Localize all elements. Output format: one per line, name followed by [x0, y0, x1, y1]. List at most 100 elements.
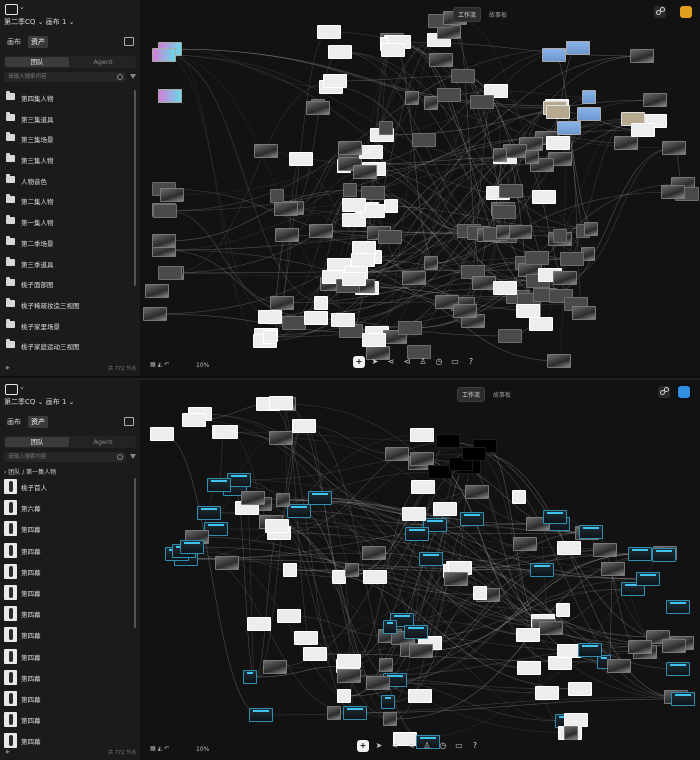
canvas-node[interactable] [287, 504, 311, 518]
asset-item[interactable]: 第四幕 [0, 540, 134, 561]
folder-item[interactable]: 第一集人物 [0, 212, 134, 233]
canvas-node[interactable] [630, 49, 654, 63]
canvas-node[interactable] [274, 202, 298, 216]
folder-item[interactable]: 第三集人物 [0, 150, 134, 171]
canvas-node[interactable] [568, 682, 592, 696]
asset-item[interactable]: 第四幕 [0, 688, 134, 709]
sidebar-scrollbar[interactable] [134, 478, 136, 628]
canvas-node[interactable] [539, 621, 563, 635]
storyboard-button[interactable]: 故事板 [489, 388, 515, 401]
plus-icon[interactable]: + [357, 740, 369, 752]
canvas-node[interactable] [323, 74, 347, 88]
tab-assets[interactable]: 资产 [28, 36, 48, 48]
canvas-node[interactable] [529, 317, 553, 331]
segment-team[interactable]: 团队 [5, 57, 69, 67]
canvas-node[interactable] [182, 413, 206, 427]
canvas-node[interactable] [254, 144, 278, 158]
storyboard-button[interactable]: 故事板 [485, 8, 511, 21]
folder-item[interactable]: 桃子稀疏妆造三视图 [0, 295, 134, 316]
canvas-node[interactable] [429, 53, 453, 67]
canvas-node[interactable] [383, 620, 397, 634]
canvas-node[interactable] [308, 491, 332, 505]
canvas-node[interactable] [405, 527, 429, 541]
account-avatar[interactable] [678, 386, 690, 398]
canvas-node[interactable] [543, 510, 567, 524]
canvas-node[interactable] [433, 502, 457, 516]
canvas-node[interactable] [197, 506, 221, 520]
folder-item[interactable]: 第二集人物 [0, 191, 134, 212]
zoom-level[interactable]: 10% [196, 746, 209, 753]
canvas-node[interactable] [553, 229, 567, 243]
pointer-icon[interactable]: ➤ [369, 356, 381, 368]
canvas-node[interactable] [270, 189, 284, 203]
canvas-node[interactable] [207, 478, 231, 492]
search-input[interactable]: 请输入搜索内容 [4, 452, 126, 462]
canvas-node[interactable] [444, 572, 468, 586]
clock-icon[interactable]: ◷ [437, 740, 449, 752]
help-icon[interactable]: ? [469, 740, 481, 752]
workflow-button[interactable]: 工作流 [453, 7, 482, 22]
canvas-node[interactable] [398, 321, 422, 335]
canvas-node[interactable] [436, 434, 460, 448]
canvas-node[interactable] [547, 354, 571, 368]
canvas-node[interactable] [306, 101, 330, 115]
canvas-node[interactable] [353, 165, 377, 179]
logo-icon[interactable] [5, 4, 18, 15]
canvas-node[interactable] [328, 45, 352, 59]
canvas-node[interactable] [314, 296, 328, 310]
canvas-node[interactable] [366, 676, 390, 690]
clock-icon[interactable]: ◷ [433, 356, 445, 368]
canvas-node[interactable] [378, 230, 402, 244]
canvas-node[interactable] [294, 631, 318, 645]
canvas-node[interactable] [345, 563, 359, 577]
canvas-node[interactable] [402, 507, 426, 521]
canvas-node[interactable] [460, 512, 484, 526]
canvas-node[interactable] [607, 659, 631, 673]
folder-item[interactable]: 第三集道具 [0, 109, 134, 130]
sidebar-scrollbar[interactable] [134, 90, 136, 286]
canvas-node[interactable] [451, 69, 475, 83]
canvas-node[interactable] [152, 234, 176, 248]
canvas-node[interactable] [492, 205, 516, 219]
canvas-node[interactable] [542, 48, 566, 62]
asset-item[interactable]: 第四幕 [0, 582, 134, 603]
canvas-node[interactable] [402, 271, 426, 285]
grid-icon[interactable]: ▭ [449, 356, 461, 368]
canvas-node[interactable] [530, 563, 554, 577]
canvas-node[interactable] [498, 329, 522, 343]
canvas-node[interactable] [265, 519, 289, 533]
canvas-node[interactable] [556, 603, 570, 617]
canvas-node[interactable] [499, 184, 523, 198]
canvas-node[interactable] [331, 313, 355, 327]
canvas-node[interactable] [508, 225, 532, 239]
help-icon[interactable]: ? [465, 356, 477, 368]
canvas-node[interactable] [564, 726, 578, 740]
canvas-node[interactable] [671, 692, 695, 706]
canvas-node[interactable] [317, 25, 341, 39]
canvas-node[interactable] [408, 689, 432, 703]
canvas-node[interactable] [409, 644, 433, 658]
canvas-node[interactable] [379, 658, 393, 672]
canvas-node[interactable] [304, 311, 328, 325]
canvas-node[interactable] [496, 225, 510, 239]
asset-item[interactable]: 第四幕 [0, 667, 134, 688]
canvas-node[interactable] [546, 105, 570, 119]
canvas-node[interactable] [628, 547, 652, 561]
canvas-node[interactable] [158, 89, 182, 103]
canvas-node[interactable] [332, 570, 346, 584]
arrow-icon[interactable]: ⊲ [401, 356, 413, 368]
folder-item[interactable]: 第三季道具 [0, 254, 134, 275]
canvas-node[interactable] [666, 662, 690, 676]
canvas-node[interactable] [384, 199, 398, 213]
canvas-node[interactable] [628, 640, 652, 654]
canvas-node[interactable] [614, 136, 638, 150]
folder-item[interactable]: 桃子家里场景 [0, 316, 134, 337]
canvas-node[interactable] [557, 541, 581, 555]
canvas-node[interactable] [578, 643, 602, 657]
canvas-node[interactable] [546, 136, 570, 150]
chevron-down-icon[interactable]: ⌄ [19, 383, 25, 391]
person-icon[interactable]: ♙ [421, 740, 433, 752]
canvas-node[interactable] [381, 695, 395, 709]
folder-item[interactable]: 第四集人物 [0, 88, 134, 109]
canvas-node[interactable] [405, 91, 419, 105]
